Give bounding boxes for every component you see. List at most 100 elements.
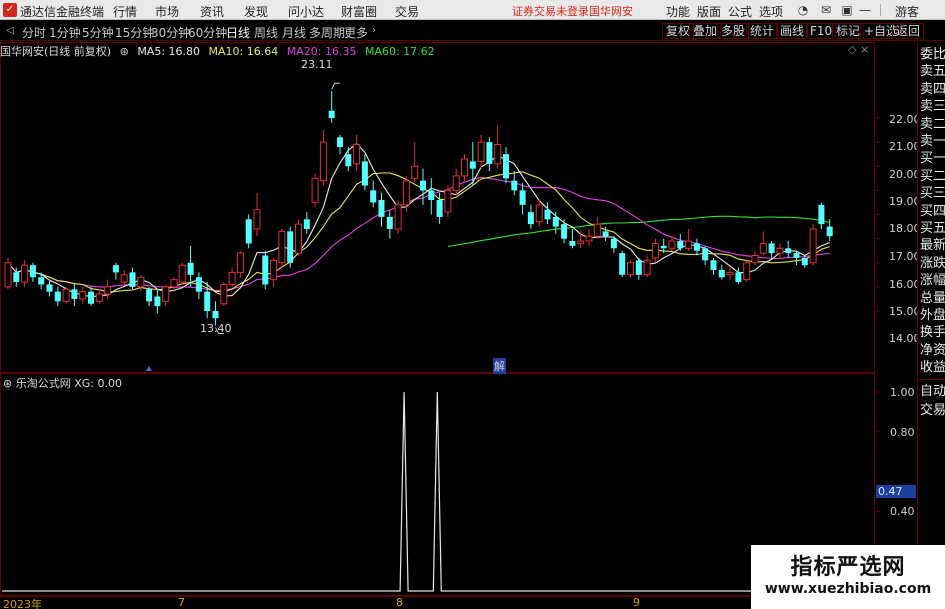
minimize-icon[interactable]: — <box>857 2 873 18</box>
candle-body-down <box>793 253 800 258</box>
pane-options-icon[interactable]: ◇ × <box>848 43 869 56</box>
candle-body-up <box>236 252 244 273</box>
message-icon[interactable]: ✉ <box>818 2 834 18</box>
guest-login[interactable]: 游客 <box>895 3 919 20</box>
period-5min[interactable]: 5分钟 <box>82 24 114 41</box>
candle-body-down <box>635 260 642 275</box>
candle-body-up <box>95 293 103 302</box>
candle-body-down <box>212 311 219 319</box>
menu-shichang[interactable]: 市场 <box>155 3 179 20</box>
candle-body-down <box>262 255 269 285</box>
chevron-right-icon[interactable]: › <box>368 25 380 37</box>
menu-zixun[interactable]: 资讯 <box>200 3 224 20</box>
indicator-current-value: 0.47 <box>876 485 916 498</box>
candle-body-up <box>253 209 261 230</box>
candle-body-up <box>162 286 170 302</box>
candle-body-up <box>477 141 485 162</box>
candle-body-down <box>702 248 709 261</box>
candle-body-down <box>544 209 551 220</box>
candle-body-up <box>402 180 410 206</box>
candle-body-down <box>187 262 194 275</box>
period-multi[interactable]: 多周期 <box>309 24 345 41</box>
y-tick: 14.00 <box>889 332 921 345</box>
candle-body-down <box>46 284 53 292</box>
period-more[interactable]: 更多 <box>344 24 368 41</box>
x-tick: 2023年 <box>3 598 42 609</box>
period-60min[interactable]: 60分钟 <box>188 24 227 41</box>
candle-body-up <box>461 158 468 177</box>
y-tick: 19.00 <box>889 195 921 208</box>
candle-body-up <box>535 204 543 223</box>
x-tick: 8 <box>396 596 403 609</box>
user-icon[interactable]: ◔ <box>795 2 811 18</box>
app-title: 通达信金融终端 <box>20 5 105 19</box>
candle-body-down <box>785 248 792 254</box>
candle-body-down <box>693 243 700 251</box>
settings-icon[interactable]: ⊛ <box>120 45 129 58</box>
candle-body-down <box>503 154 509 179</box>
app-logo-icon: ✓ <box>3 3 17 17</box>
collapse-icon[interactable]: ◁ <box>4 25 16 37</box>
menu-faxian[interactable]: 发现 <box>244 3 268 20</box>
candle-body-down <box>718 269 725 278</box>
main-pane-title: 国华网安(日线 前复权) <box>0 45 112 58</box>
candle-body-down <box>486 142 493 164</box>
sidebar-quote-item[interactable]: 收益 <box>920 358 945 378</box>
candle-body-down <box>361 161 368 186</box>
skin-icon[interactable]: ▣ <box>839 2 855 18</box>
watermark-title: 指标严选网 <box>790 555 906 580</box>
period-30min[interactable]: 30分钟 <box>151 24 190 41</box>
menu-gongneng[interactable]: 功能 <box>666 3 690 20</box>
trade-login-notice[interactable]: 证券交易未登录 <box>512 3 589 19</box>
candle-body-up <box>120 274 128 283</box>
candle-body-down <box>29 265 36 278</box>
candle-body-down <box>511 180 518 191</box>
period-fenshi[interactable]: 分时 <box>22 24 46 41</box>
candle-body-down <box>328 110 335 118</box>
high-pointer <box>331 82 340 90</box>
candle-body-up <box>585 235 593 242</box>
low-price-label: 13.40 <box>200 322 232 335</box>
candle-body-down <box>420 180 426 191</box>
auto-trade-button-label[interactable]: 交易 <box>920 401 945 421</box>
candle-body-up <box>411 165 419 179</box>
indicator-settings-icon[interactable]: ⊛ <box>3 377 12 390</box>
menu-caifuquan[interactable]: 财富圈 <box>341 3 377 20</box>
candle-body-down <box>619 253 626 275</box>
menu-hangqing[interactable]: 行情 <box>113 3 137 20</box>
menu-xuanxiang[interactable]: 选项 <box>759 3 783 20</box>
period-weekly[interactable]: 周线 <box>254 24 278 41</box>
menu-wenxiaoda[interactable]: 问小达 <box>288 3 324 20</box>
candle-body-up <box>270 259 278 281</box>
candle-body-down <box>154 296 161 307</box>
quote-sidebar: 委比 卖五 卖四 卖三 卖二 卖一 买一 买二 买三 买四 买五 最新 涨跌 涨幅 总量 外盘 换手 净资 收益 自动… <box>917 42 945 609</box>
event-marker[interactable]: 解 <box>493 358 506 374</box>
period-1min[interactable]: 1分钟 <box>49 24 81 41</box>
candle-body-down <box>527 212 534 225</box>
period-15min[interactable]: 15分钟 <box>115 24 154 41</box>
candle-body-up <box>353 144 361 165</box>
ma60-label: MA60: 17.62 <box>364 45 435 58</box>
candle-body-down <box>386 216 393 229</box>
period-daily[interactable]: 日线 <box>226 24 250 41</box>
chart-canvas[interactable] <box>0 42 917 609</box>
btn-back[interactable]: 返回 <box>892 23 925 39</box>
menu-banmian[interactable]: 版面 <box>697 3 721 20</box>
btn-duogu[interactable]: 多股 <box>717 23 750 39</box>
ma5-label: MA5: 16.80 <box>137 45 201 58</box>
period-toolbar: ◁ 分时 1分钟 5分钟 15分钟 30分钟 60分钟 日线 周线 月线 多周期… <box>0 21 945 41</box>
candle-body-up <box>651 242 659 259</box>
main-pane-header: 国华网安(日线 前复权) ⊛ MA5: 16.80 MA10: 16.64 MA… <box>0 43 440 58</box>
period-monthly[interactable]: 月线 <box>282 24 306 41</box>
auto-trade-button[interactable]: 自动 <box>920 382 945 402</box>
menu-gongshi[interactable]: 公式 <box>728 3 752 20</box>
candle-body-down <box>610 238 617 249</box>
menu-jiaoyi[interactable]: 交易 <box>395 3 419 20</box>
candle-body-up <box>311 177 319 203</box>
ma20-label: MA20: 16.35 <box>286 45 357 58</box>
candle-body-down <box>818 204 825 225</box>
btn-huaxian[interactable]: 画线 <box>776 23 809 39</box>
candle-body-down <box>13 272 20 283</box>
btn-tongji[interactable]: 统计 <box>746 23 779 39</box>
candle-body-down <box>710 260 717 270</box>
